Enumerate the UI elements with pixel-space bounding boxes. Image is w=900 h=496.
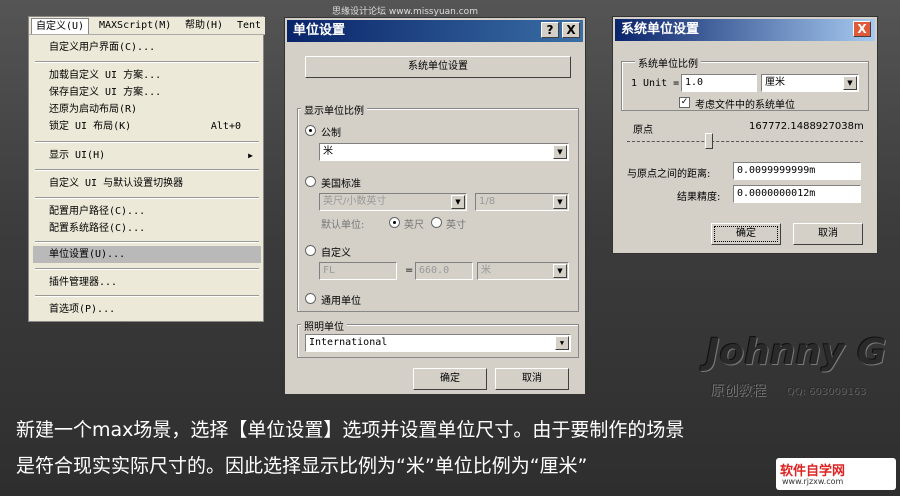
ok-button[interactable]: 确定 — [413, 368, 487, 390]
unit-type-dropdown[interactable]: 厘米 ▼ — [761, 74, 859, 92]
us-standard-dropdown[interactable]: 英尺/小数英寸 ▼ — [319, 193, 467, 211]
dialog-title-bar: 系统单位设置 — [615, 19, 875, 41]
customize-menu: 自定义(U) MAXScript(M) 帮助(H) Tent 自定义用户界面(C… — [28, 16, 265, 322]
generic-units-label: 通用单位 — [321, 296, 361, 307]
help-button[interactable]: ? — [541, 22, 559, 38]
caption-line-2: 是符合现实实际尺寸的。因此选择显示比例为“米”单位比例为“厘米” — [16, 455, 588, 477]
menubar-item-customize[interactable]: 自定义(U) — [31, 18, 90, 34]
us-standard-radio[interactable] — [305, 176, 316, 187]
dialog-title: 单位设置 — [293, 23, 346, 38]
inch-label: 英寸 — [446, 220, 466, 231]
distance-from-origin-field: 0.0099999999m — [733, 162, 861, 180]
origin-slider-track[interactable] — [627, 141, 863, 145]
metric-dropdown[interactable]: 米 ▼ — [319, 143, 569, 161]
origin-value: 167772.1488927038m — [749, 121, 864, 132]
submenu-arrow-icon: ▶ — [248, 151, 253, 160]
menubar-item-tent[interactable]: Tent — [233, 18, 265, 34]
cancel-button[interactable]: 取消 — [495, 368, 569, 390]
menu-item-lock-ui-layout[interactable]: 锁定 UI 布局(K) Alt+0 — [33, 118, 261, 135]
custom-value-field[interactable]: 660.0 — [415, 262, 473, 280]
system-unit-setup-dialog: 系统单位设置 X 系统单位比例 1 Unit = 1.0 厘米 ▼ ✓ 考虑文件中… — [612, 16, 878, 254]
menu-separator — [35, 295, 259, 297]
caption-text: 新建一个max场景，选择【单位设置】选项并设置单位尺寸。由于要制作的场景 是符合… — [16, 412, 876, 484]
custom-radio[interactable] — [305, 245, 316, 256]
feet-radio[interactable] — [389, 217, 400, 228]
chevron-down-icon: ▼ — [553, 145, 567, 159]
watermark-text: 思缘设计论坛 www.missyuan.com — [332, 7, 478, 17]
display-unit-scale-label: 显示单位比例 — [301, 102, 367, 117]
origin-label: 原点 — [633, 125, 653, 136]
equals-label: = — [405, 265, 414, 276]
chevron-down-icon: ▼ — [555, 336, 569, 350]
menu-bar: 自定义(U) MAXScript(M) 帮助(H) Tent — [29, 17, 265, 35]
close-button[interactable]: X — [562, 22, 580, 38]
author-name: Johnny G — [706, 332, 887, 373]
respect-system-units-checkbox[interactable]: ✓ — [679, 97, 690, 108]
menu-item-system-paths[interactable]: 配置系统路径(C)... — [33, 220, 261, 237]
resulting-accuracy-label: 结果精度: — [677, 192, 721, 203]
us-standard-label: 美国标准 — [321, 179, 361, 190]
menu-shortcut: Alt+0 — [210, 121, 241, 132]
distance-from-origin-label: 与原点之间的距离: — [627, 169, 711, 180]
inch-radio[interactable] — [431, 217, 442, 228]
menu-separator — [35, 268, 259, 270]
menubar-item-help[interactable]: 帮助(H) — [181, 18, 227, 34]
menu-separator — [35, 169, 259, 171]
system-unit-scale-label: 系统单位比例 — [635, 55, 701, 70]
resulting-accuracy-field: 0.0000000012m — [733, 185, 861, 203]
caption-line-1: 新建一个max场景，选择【单位设置】选项并设置单位尺寸。由于要制作的场景 — [16, 419, 685, 441]
site-logo: 软件自学网 www.rjzxw.com — [776, 458, 896, 490]
menu-item-ui-switcher[interactable]: 自定义 UI 与默认设置切换器 — [33, 175, 261, 192]
chevron-down-icon: ▼ — [553, 195, 567, 209]
dialog-title: 系统单位设置 — [621, 22, 700, 37]
menu-item-load-ui-scheme[interactable]: 加载自定义 UI 方案... — [33, 67, 261, 84]
metric-label: 公制 — [321, 128, 341, 139]
menu-item-save-ui-scheme[interactable]: 保存自定义 UI 方案... — [33, 84, 261, 101]
menu-item-user-paths[interactable]: 配置用户路径(C)... — [33, 203, 261, 220]
custom-label: 自定义 — [321, 248, 351, 259]
chevron-down-icon: ▼ — [553, 264, 567, 278]
menu-separator — [35, 61, 259, 63]
dialog-title-bar: 单位设置 — [287, 20, 583, 42]
unit-equals-label: 1 Unit = — [631, 78, 680, 89]
unit-value-field[interactable]: 1.0 — [681, 74, 757, 92]
us-fraction-dropdown[interactable]: 1/8 ▼ — [475, 193, 569, 211]
custom-unit-dropdown[interactable]: 米 ▼ — [477, 262, 569, 280]
menu-item-preferences[interactable]: 首选项(P)... — [33, 301, 261, 318]
menu-item-plugin-manager[interactable]: 插件管理器... — [33, 274, 261, 291]
generic-units-radio[interactable] — [305, 293, 316, 304]
lighting-units-dropdown[interactable]: International ▼ — [305, 334, 571, 352]
default-unit-label: 默认单位: — [321, 220, 365, 231]
close-button[interactable]: X — [853, 21, 871, 37]
menu-separator — [35, 141, 259, 143]
author-qq: QQ: 603009163 — [786, 386, 866, 397]
menu-item-units-setup[interactable]: 单位设置(U)... — [33, 246, 261, 263]
ok-button[interactable]: 确定 — [711, 223, 781, 245]
author-logo: Johnny G 原创教程 QQ: 603009163 — [706, 332, 887, 412]
menubar-item-maxscript[interactable]: MAXScript(M) — [95, 18, 175, 34]
system-unit-setup-button[interactable]: 系统单位设置 — [305, 56, 571, 78]
lighting-units-label: 照明单位 — [301, 318, 347, 333]
cancel-button[interactable]: 取消 — [793, 223, 863, 245]
chevron-down-icon: ▼ — [451, 195, 465, 209]
feet-label: 英尺 — [404, 220, 424, 231]
chevron-down-icon: ▼ — [843, 76, 857, 90]
origin-slider-handle[interactable] — [705, 133, 713, 149]
metric-radio[interactable] — [305, 125, 316, 136]
menu-item-customize-ui[interactable]: 自定义用户界面(C)... — [33, 39, 261, 56]
respect-system-units-label: 考虑文件中的系统单位 — [695, 100, 795, 111]
menu-item-show-ui[interactable]: 显示 UI(H) ▶ — [33, 147, 261, 164]
author-subtitle: 原创教程 — [710, 383, 766, 399]
menu-separator — [35, 197, 259, 199]
site-url: www.rjzxw.com — [782, 477, 844, 486]
menu-separator — [35, 241, 259, 243]
menu-item-revert-layout[interactable]: 还原为启动布局(R) — [33, 101, 261, 118]
units-setup-dialog: 单位设置 ? X 系统单位设置 显示单位比例 公制 米 ▼ 美国标准 英尺/小数英… — [284, 17, 586, 395]
custom-name-field[interactable]: FL — [319, 262, 397, 280]
